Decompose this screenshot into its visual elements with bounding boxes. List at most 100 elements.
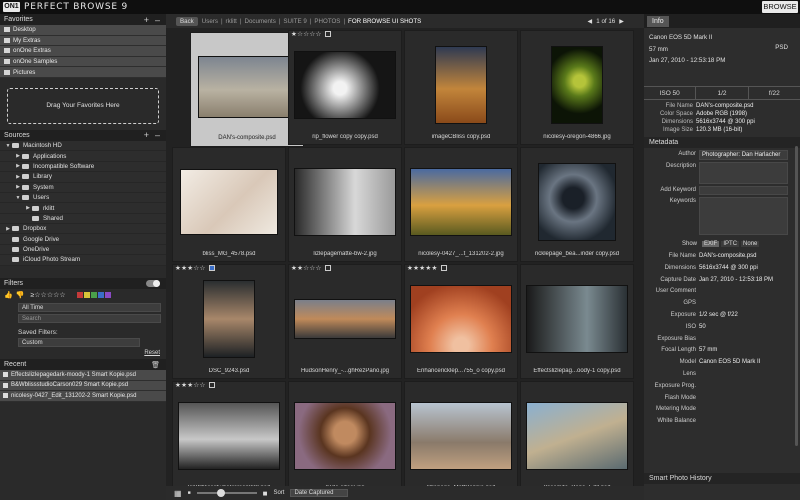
breadcrumb-item[interactable]: SUITE 9 <box>283 18 306 25</box>
add-keyword-field[interactable] <box>699 186 788 195</box>
disclosure-icon[interactable]: ▼ <box>4 143 12 149</box>
breadcrumb-item[interactable]: rklitt <box>226 18 237 25</box>
source-item[interactable]: Google Drive <box>0 234 166 245</box>
show-exif-button[interactable]: EXIF <box>702 241 720 247</box>
color-label-icon[interactable] <box>208 265 215 271</box>
disclosure-icon[interactable]: ▶ <box>14 163 22 169</box>
back-button[interactable]: Back <box>176 16 198 26</box>
color-label-icon[interactable] <box>324 265 331 271</box>
thumbnail-cell[interactable]: lizlepagematte-bw-2.jpg <box>288 147 402 262</box>
author-field[interactable]: Photographer: Dan Harlacher <box>699 150 788 160</box>
color-label-icon[interactable] <box>208 382 215 388</box>
favorite-item[interactable]: onOne Extras <box>0 46 166 57</box>
next-arrow-icon[interactable]: ▶ <box>619 18 624 25</box>
thumbnail-size-slider[interactable] <box>196 489 257 497</box>
favorite-item[interactable]: Desktop <box>0 25 166 36</box>
thumbnail-image[interactable] <box>294 168 396 236</box>
thumbnail-image[interactable] <box>526 402 628 470</box>
source-item[interactable]: ▶ Applications <box>0 151 166 162</box>
star-rating[interactable]: ★★★☆☆ <box>175 264 215 272</box>
source-item[interactable]: ▶ Incompatible Software <box>0 161 166 173</box>
thumbnail-cell[interactable]: DAN's-composite.psd <box>190 32 304 147</box>
search-input[interactable]: Search <box>18 314 161 323</box>
trash-icon[interactable]: 🗑 <box>151 361 160 369</box>
thumbnail-image[interactable] <box>538 163 616 241</box>
thumbnail-cell[interactable]: lizlepage_MattBennie.psd <box>404 381 518 496</box>
disclosure-icon[interactable]: ▶ <box>14 153 22 159</box>
recent-item[interactable]: Effectslizlepagedark-moody-1 Smart Kopie… <box>0 370 166 381</box>
star-rating[interactable]: ★★★★★ <box>407 264 447 272</box>
filters-toggle[interactable] <box>146 280 160 287</box>
thumbnail-image[interactable] <box>435 46 487 124</box>
thumbs-up-icon[interactable]: 👍 <box>4 291 13 299</box>
thumbnail-cell[interactable]: Effectslizlepag...oody-1 copy.psd <box>520 264 634 379</box>
favorites-dropzone[interactable]: Drag Your Favorites Here <box>7 87 159 124</box>
breadcrumb-item[interactable]: Documents <box>245 18 276 25</box>
color-label-swatch[interactable] <box>83 292 90 298</box>
color-label-swatch[interactable] <box>90 292 97 298</box>
color-label-swatch[interactable] <box>76 292 83 298</box>
thumbs-down-icon[interactable]: 👎 <box>16 291 25 299</box>
thumbnail-image[interactable] <box>551 46 603 124</box>
remove-favorite-icon[interactable]: – <box>155 15 160 25</box>
add-source-icon[interactable]: + <box>144 130 149 140</box>
source-item[interactable]: ▼ Users <box>0 192 166 204</box>
thumbnail-image[interactable] <box>410 402 512 470</box>
thumbnail-cell[interactable]: Yosemite_Pano_Edit.psd <box>520 381 634 496</box>
thumbnail-image[interactable] <box>203 280 255 358</box>
zoom-out-icon[interactable]: ■ <box>188 490 191 496</box>
thumbnail-image[interactable] <box>178 402 280 470</box>
source-item[interactable]: Shared <box>0 213 166 225</box>
date-filter-select[interactable]: All Time <box>18 303 161 312</box>
star-filter[interactable]: ≥☆☆☆☆☆ <box>30 291 65 299</box>
source-item[interactable]: ▶ Library <box>0 172 166 183</box>
keywords-field[interactable] <box>699 197 788 235</box>
star-rating[interactable]: ★★★☆☆ <box>175 381 215 389</box>
zoom-in-icon[interactable]: ■ <box>263 489 268 498</box>
disclosure-icon[interactable]: ▶ <box>4 226 12 232</box>
recent-item[interactable]: B&WblissstudioCarson029 Smart Kopie.psd <box>0 380 166 391</box>
saved-filters-select[interactable]: Custom <box>18 338 140 347</box>
favorite-item[interactable]: onOne Samples <box>0 56 166 68</box>
disclosure-icon[interactable]: ▶ <box>14 174 22 180</box>
thumbnail-image[interactable] <box>294 51 396 119</box>
slider-knob[interactable] <box>216 489 225 497</box>
thumbnail-cell[interactable]: nicolesy-oregon-4866.jpg <box>520 30 634 145</box>
reset-filters-link[interactable]: Reset <box>0 350 166 356</box>
thumbnail-cell[interactable]: nicolesy-0427_...t_131202-2.jpg <box>404 147 518 262</box>
thumbnail-cell[interactable]: imageCBliss copy.psd <box>404 30 518 145</box>
disclosure-icon[interactable]: ▶ <box>24 205 32 211</box>
recent-item[interactable]: nicolesy-0427_Edit_131202-2 Smart Kopie.… <box>0 391 166 402</box>
star-rating[interactable]: ★☆☆☆☆ <box>291 30 331 38</box>
color-label-icon[interactable] <box>440 265 447 271</box>
source-item[interactable]: OneDrive <box>0 244 166 256</box>
source-item[interactable]: ▶ Dropbox <box>0 224 166 235</box>
grid-view-icon[interactable]: ▦ <box>174 489 182 498</box>
sort-select[interactable]: Date Captured <box>290 489 349 497</box>
description-field[interactable] <box>699 162 788 184</box>
thumbnail-cell[interactable]: ricklepage_bea...inder copy.psd <box>520 147 634 262</box>
thumbnail-cell[interactable]: ★★★★★ Enhancericklep...755_o copy.psd <box>404 264 518 379</box>
thumbnail-cell[interactable]: ★☆☆☆☆ rip_flower copy copy.psd <box>288 30 402 145</box>
breadcrumb-item[interactable]: Users <box>202 18 218 25</box>
thumbnail-image[interactable] <box>180 169 278 235</box>
thumbnail-image[interactable] <box>410 168 512 236</box>
smart-photo-history-header[interactable]: Smart Photo History <box>644 473 800 484</box>
source-item[interactable]: iCloud Photo Stream <box>0 255 166 266</box>
color-label-swatch[interactable] <box>97 292 104 298</box>
thumbnail-image[interactable] <box>410 285 512 353</box>
thumbnail-cell[interactable]: ★★★☆☆B&WblissstudioCarson029.psd <box>172 381 286 496</box>
thumbnail-image[interactable] <box>526 285 628 353</box>
source-item[interactable]: ▶ rklitt <box>0 203 166 214</box>
favorite-item[interactable]: Pictures <box>0 67 166 78</box>
show-none-button[interactable]: None <box>741 241 760 247</box>
thumbnail-image[interactable] <box>198 56 296 118</box>
favorite-item[interactable]: My Extras <box>0 35 166 47</box>
remove-source-icon[interactable]: – <box>155 130 160 140</box>
thumbnail-image[interactable] <box>294 402 396 470</box>
info-scrollbar[interactable] <box>795 146 798 446</box>
show-iptc-button[interactable]: IPTC <box>721 241 740 247</box>
color-label-swatch[interactable] <box>104 292 111 298</box>
disclosure-icon[interactable]: ▶ <box>14 184 22 190</box>
thumbnail-cell[interactable]: ★★☆☆☆ HudsonHenry_-...ghRezPano.jpg <box>288 264 402 379</box>
